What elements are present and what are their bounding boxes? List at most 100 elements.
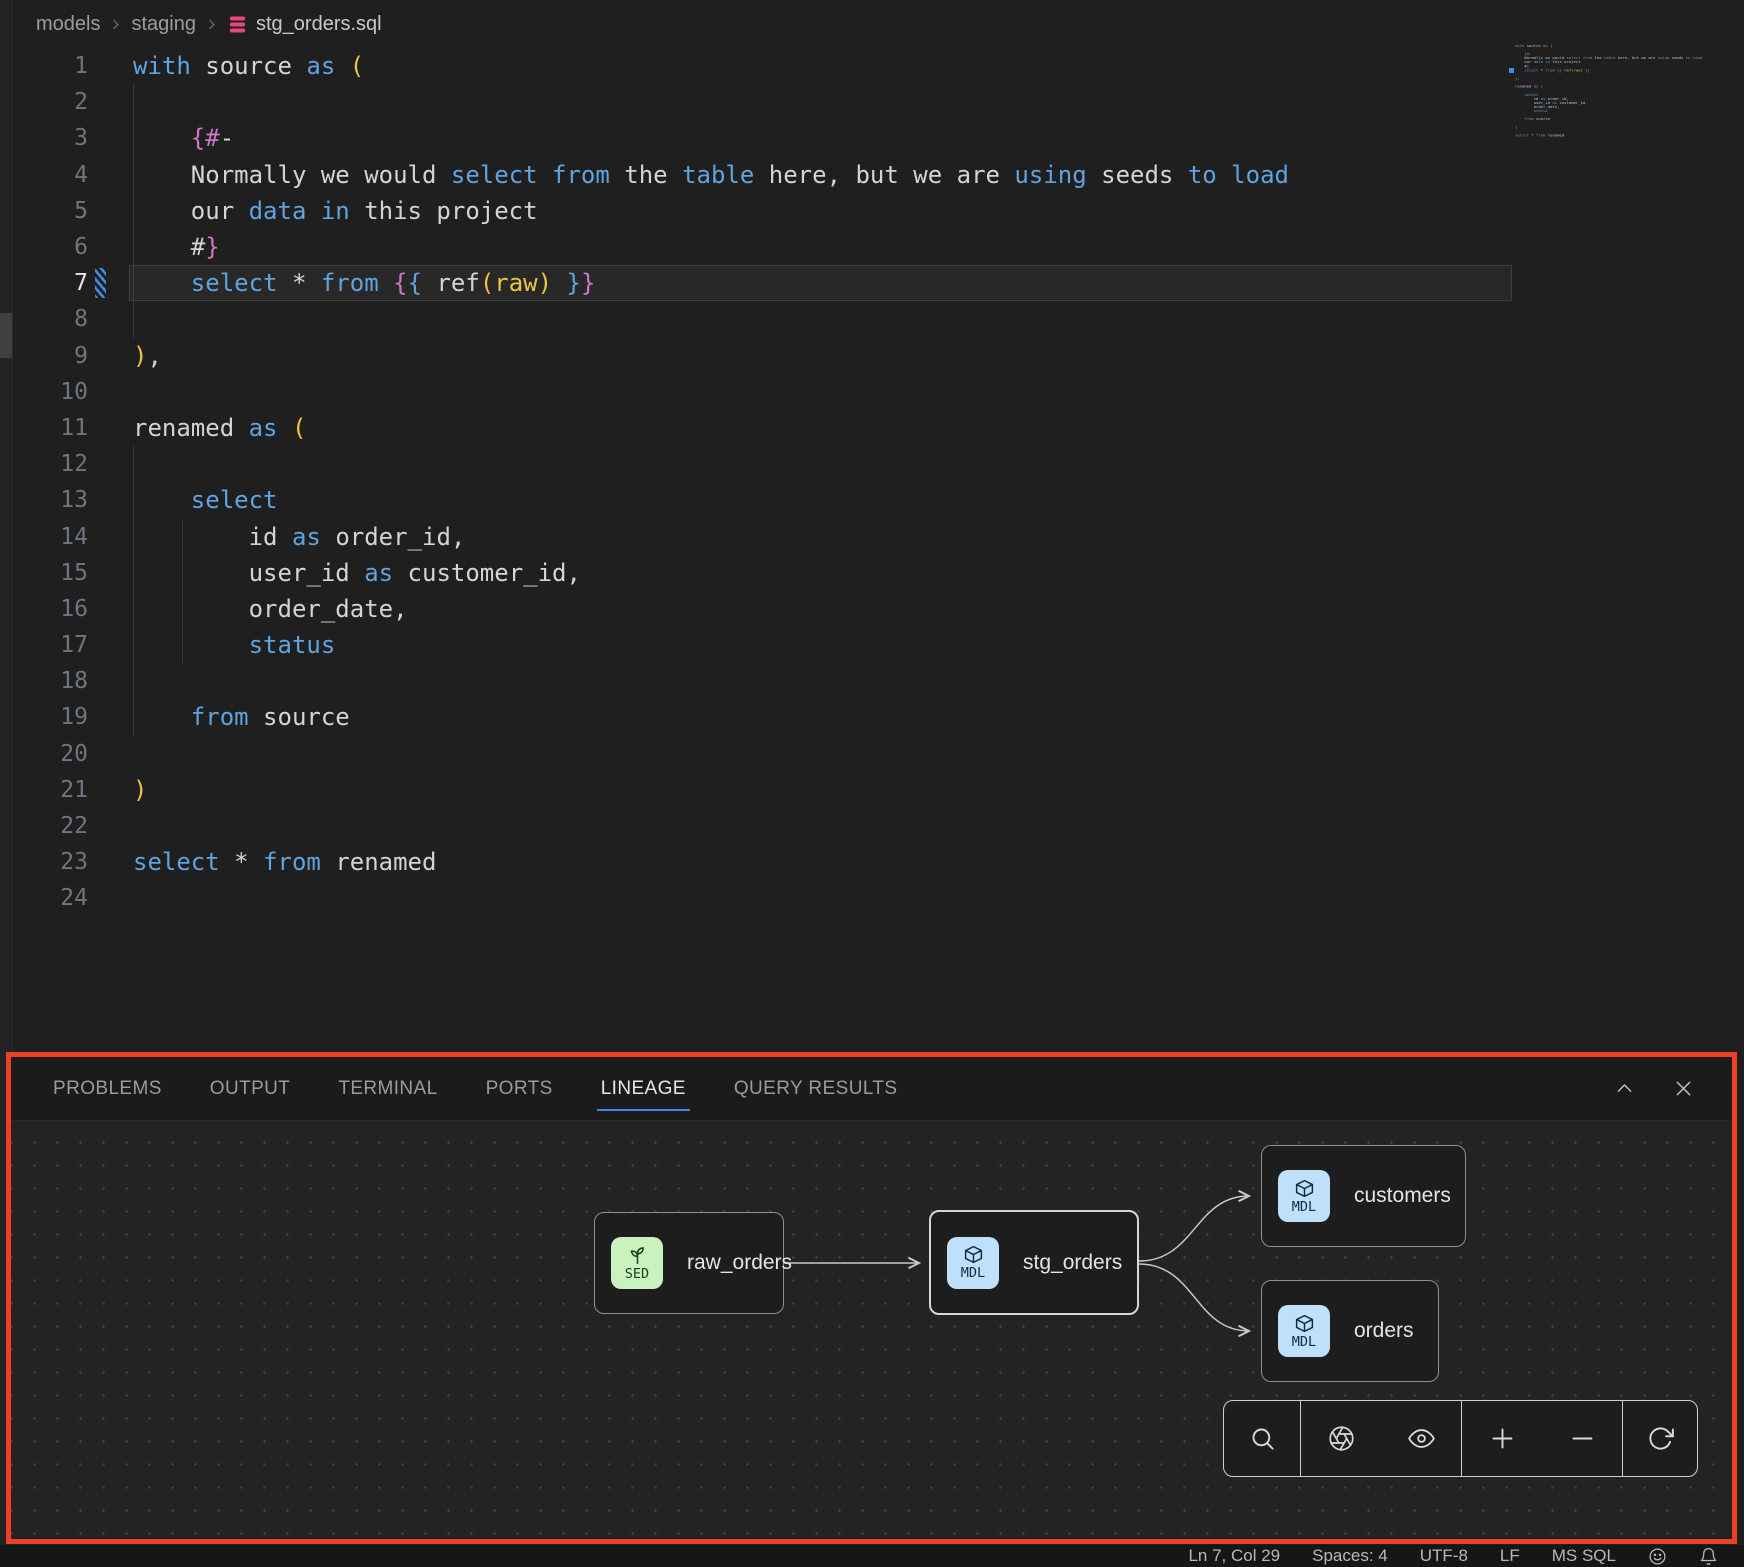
zoom-in-icon[interactable] [1489,1425,1516,1452]
code-line[interactable]: 11renamed as ( [12,410,1744,446]
bell-icon[interactable] [1699,1547,1718,1566]
code-text: #} [133,233,220,261]
status-item-spaces-4[interactable]: Spaces: 4 [1312,1546,1388,1566]
code-text: from source [133,703,350,731]
status-item-ln-7-col-29[interactable]: Ln 7, Col 29 [1188,1546,1280,1566]
node-badge-label: MDL [1292,1334,1316,1350]
code-line[interactable]: 7 select * from {{ ref(raw) }} [12,265,1744,301]
code-line[interactable]: 1with source as ( [12,48,1744,84]
close-icon[interactable] [1673,1078,1694,1099]
database-icon [227,14,248,35]
code-line[interactable]: 8 [12,301,1744,337]
panel-tab-bar: PROBLEMS OUTPUT TERMINAL PORTS LINEAGE QUERY … [11,1057,1732,1121]
feedback-icon[interactable] [1648,1547,1667,1566]
line-number: 23 [12,849,88,875]
gutter-marker-slot [88,482,133,518]
panel-tab-problems[interactable]: PROBLEMS [53,1057,162,1120]
status-item-ms-sql[interactable]: MS SQL [1552,1546,1616,1566]
code-line[interactable]: 9), [12,338,1744,374]
code-line[interactable]: 4 Normally we would select from the tabl… [12,157,1744,193]
code-lines: 1with source as (23 {#-4 Normally we wou… [12,48,1744,917]
panel-tab-lineage[interactable]: LINEAGE [601,1057,686,1120]
code-line[interactable]: 17 status [12,627,1744,663]
code-text: {#- [133,124,234,152]
line-number: 7 [12,270,88,296]
line-number: 18 [12,668,88,694]
panel-tab-terminal[interactable]: TERMINAL [338,1057,437,1120]
panel-tab-ports[interactable]: PORTS [486,1057,553,1120]
code-line[interactable]: 21) [12,772,1744,808]
code-line[interactable]: 18 [12,663,1744,699]
aperture-icon[interactable] [1328,1425,1355,1452]
vscode-window: models staging stg_orders.sql 1with source… [0,0,1744,1567]
code-line[interactable]: 24 [12,880,1744,916]
bottom-panel: PROBLEMS OUTPUT TERMINAL PORTS LINEAGE QUERY … [11,1057,1732,1539]
breadcrumb-file[interactable]: stg_orders.sql [227,13,382,36]
status-item-lf[interactable]: LF [1500,1546,1520,1566]
breadcrumb-item-staging[interactable]: staging [131,13,196,36]
code-line[interactable]: 10 [12,374,1744,410]
lineage-node-stg_orders[interactable]: MDLstg_orders [929,1210,1139,1315]
code-line[interactable]: 22 [12,808,1744,844]
code-line[interactable]: 14 id as order_id, [12,518,1744,554]
minimap[interactable]: with source as ( {#- Normally we would s… [1515,44,1725,154]
breadcrumb-item-models[interactable]: models [36,13,100,36]
gutter-marker-slot [88,844,133,880]
gutter-marker-slot [88,193,133,229]
node-label: raw_orders [687,1251,792,1275]
code-text: order_date, [133,595,408,623]
code-text: status [133,631,335,659]
lineage-node-customers[interactable]: MDL customers [1261,1145,1466,1247]
line-number: 4 [12,162,88,188]
toolbar-section [1622,1401,1698,1476]
modified-line-marker [95,268,106,298]
toolbar-section [1461,1401,1622,1476]
line-number: 24 [12,885,88,911]
node-badge-mdl: MDL [1278,1170,1330,1222]
chevron-up-icon[interactable] [1614,1078,1635,1099]
chevron-right-icon [109,18,122,31]
line-number: 17 [12,632,88,658]
node-badge-label: SED [625,1266,649,1282]
line-number: 22 [12,813,88,839]
code-line[interactable]: 12 [12,446,1744,482]
zoom-out-icon[interactable] [1569,1425,1596,1452]
line-number: 15 [12,560,88,586]
status-item-utf-8[interactable]: UTF-8 [1420,1546,1468,1566]
toolbar-section [1224,1401,1300,1476]
line-number: 12 [12,451,88,477]
line-number: 14 [12,524,88,550]
code-line[interactable]: 5 our data in this project [12,193,1744,229]
eye-icon[interactable] [1408,1425,1435,1452]
gutter-marker-slot [88,374,133,410]
gutter-marker-slot [88,338,133,374]
code-line[interactable]: 20 [12,736,1744,772]
code-line[interactable]: 19 from source [12,699,1744,735]
code-text: our data in this project [133,197,538,225]
code-text: renamed as ( [133,414,306,442]
code-line[interactable]: 15 user_id as customer_id, [12,555,1744,591]
minimap-line [1515,138,1593,142]
code-line[interactable]: 6 #} [12,229,1744,265]
node-label: customers [1354,1184,1451,1208]
search-icon[interactable] [1249,1425,1276,1452]
code-line[interactable]: 3 {#- [12,120,1744,156]
left-strip-thumb[interactable] [0,313,12,358]
code-line[interactable]: 2 [12,84,1744,120]
lineage-node-orders[interactable]: MDLorders [1261,1280,1439,1382]
node-badge-label: MDL [961,1265,985,1281]
node-badge-label: MDL [1292,1199,1316,1215]
code-line[interactable]: 23select * from renamed [12,844,1744,880]
line-number: 5 [12,198,88,224]
lineage-node-raw_orders[interactable]: SEDraw_orders [594,1212,784,1314]
lineage-canvas[interactable]: SEDraw_ordersMDLstg_ordersMDLcustomersMD… [11,1121,1732,1538]
refresh-icon[interactable] [1647,1425,1674,1452]
panel-tab-query-results[interactable]: QUERY RESULTS [734,1057,898,1120]
gutter-marker-slot [88,555,133,591]
gutter-marker-slot [88,736,133,772]
code-line[interactable]: 13 select [12,482,1744,518]
code-editor[interactable]: 1with source as (23 {#-4 Normally we wou… [12,48,1744,1052]
panel-tab-output[interactable]: OUTPUT [210,1057,291,1120]
code-line[interactable]: 16 order_date, [12,591,1744,627]
line-number: 13 [12,487,88,513]
